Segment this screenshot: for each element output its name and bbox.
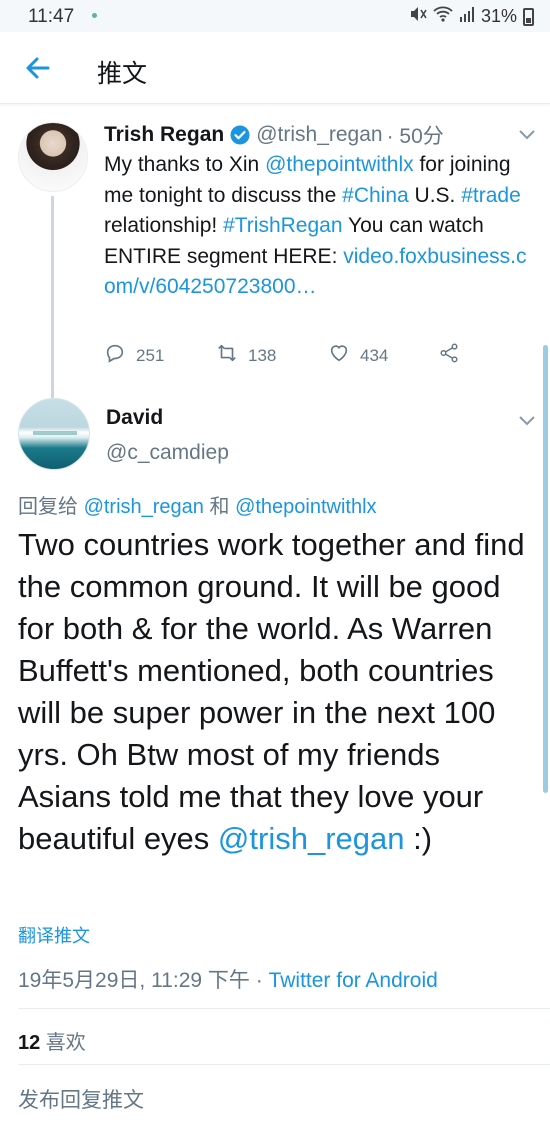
chevron-down-icon[interactable] (518, 414, 536, 426)
heart-icon (328, 342, 350, 369)
translate-tweet-link[interactable]: 翻译推文 (18, 922, 90, 948)
verified-badge-icon (230, 125, 250, 145)
hashtag-trade[interactable]: #trade (461, 184, 521, 207)
reply-tweet-text: Two countries work together and find the… (18, 524, 538, 860)
tweet-text-segment: U.S. (408, 183, 462, 207)
arrow-left-icon[interactable] (22, 52, 54, 84)
status-icons: 31% (409, 5, 534, 28)
tweet-timestamp: 19年5月29日, 11:29 下午 · (18, 969, 269, 992)
retweet-button[interactable]: 138 (216, 342, 276, 369)
author-name[interactable]: Trish Regan (104, 123, 224, 147)
tweet-time: · 50分 (386, 125, 444, 148)
like-button[interactable]: 434 (328, 342, 388, 369)
mention-link[interactable]: @trish_regan (84, 496, 204, 518)
tweet-source-link[interactable]: Twitter for Android (269, 969, 438, 992)
tweet-text-segment: relationship! (104, 214, 224, 237)
wifi-icon (433, 5, 453, 28)
avatar-trish-regan[interactable] (18, 122, 88, 192)
tweet-text-segment: :) (404, 821, 433, 856)
likes-summary[interactable]: 12 喜欢 (18, 1026, 86, 1055)
replying-label: 回复给 (18, 496, 84, 518)
page-title: 推文 (97, 60, 148, 88)
signal-icon (459, 5, 475, 28)
reply-count: 251 (136, 345, 165, 365)
likes-label: 喜欢 (40, 1032, 86, 1054)
share-icon (438, 342, 460, 369)
thread-connector (51, 196, 54, 398)
retweet-icon (216, 342, 238, 369)
reply-icon (104, 342, 126, 369)
avatar-david[interactable] (18, 398, 90, 470)
tweet-text-segment: Two countries work together and find the… (18, 527, 525, 856)
tweet-actions: 251 138 434 (104, 342, 524, 370)
status-bar: 11:47 31% (0, 0, 550, 32)
status-time: 11:47 (28, 6, 75, 27)
divider (18, 1008, 550, 1009)
share-button[interactable] (438, 342, 460, 369)
retweet-count: 138 (248, 345, 277, 365)
replying-to: 回复给 @trish_regan 和 @thepointwithlx (18, 490, 377, 519)
mute-icon (409, 5, 427, 28)
notification-dot-icon (92, 13, 97, 18)
mention-link[interactable]: @thepointwithlx (265, 153, 414, 176)
likes-count: 12 (18, 1032, 41, 1054)
mention-link[interactable]: @thepointwithlx (235, 496, 376, 518)
reply-button[interactable]: 251 (104, 342, 164, 369)
chevron-down-icon[interactable] (518, 128, 536, 140)
reply-compose-input[interactable]: 发布回复推文 (18, 1084, 144, 1114)
tweet-text-segment: My thanks to Xin (104, 153, 266, 176)
author-handle[interactable]: @trish_regan (256, 123, 382, 147)
top-app-bar: 推文 (0, 32, 550, 104)
author-name[interactable]: David (106, 406, 163, 430)
like-count: 434 (360, 345, 389, 365)
scrollbar[interactable] (543, 345, 548, 793)
author-handle[interactable]: @c_camdiep (106, 441, 229, 465)
hashtag-trishregan[interactable]: #TrishRegan (223, 214, 342, 237)
hashtag-china[interactable]: #China (342, 184, 409, 207)
battery-icon (523, 7, 534, 26)
parent-tweet-text: My thanks to Xin @thepointwithlx for joi… (104, 150, 534, 303)
tweet-metadata: 19年5月29日, 11:29 下午 · Twitter for Android (18, 964, 438, 994)
battery-percent: 31% (480, 6, 517, 26)
parent-tweet-header: Trish Regan @trish_regan · 50分 (104, 120, 444, 150)
divider (18, 1064, 550, 1065)
replying-and: 和 (203, 496, 236, 518)
mention-link[interactable]: @trish_regan (218, 821, 405, 856)
